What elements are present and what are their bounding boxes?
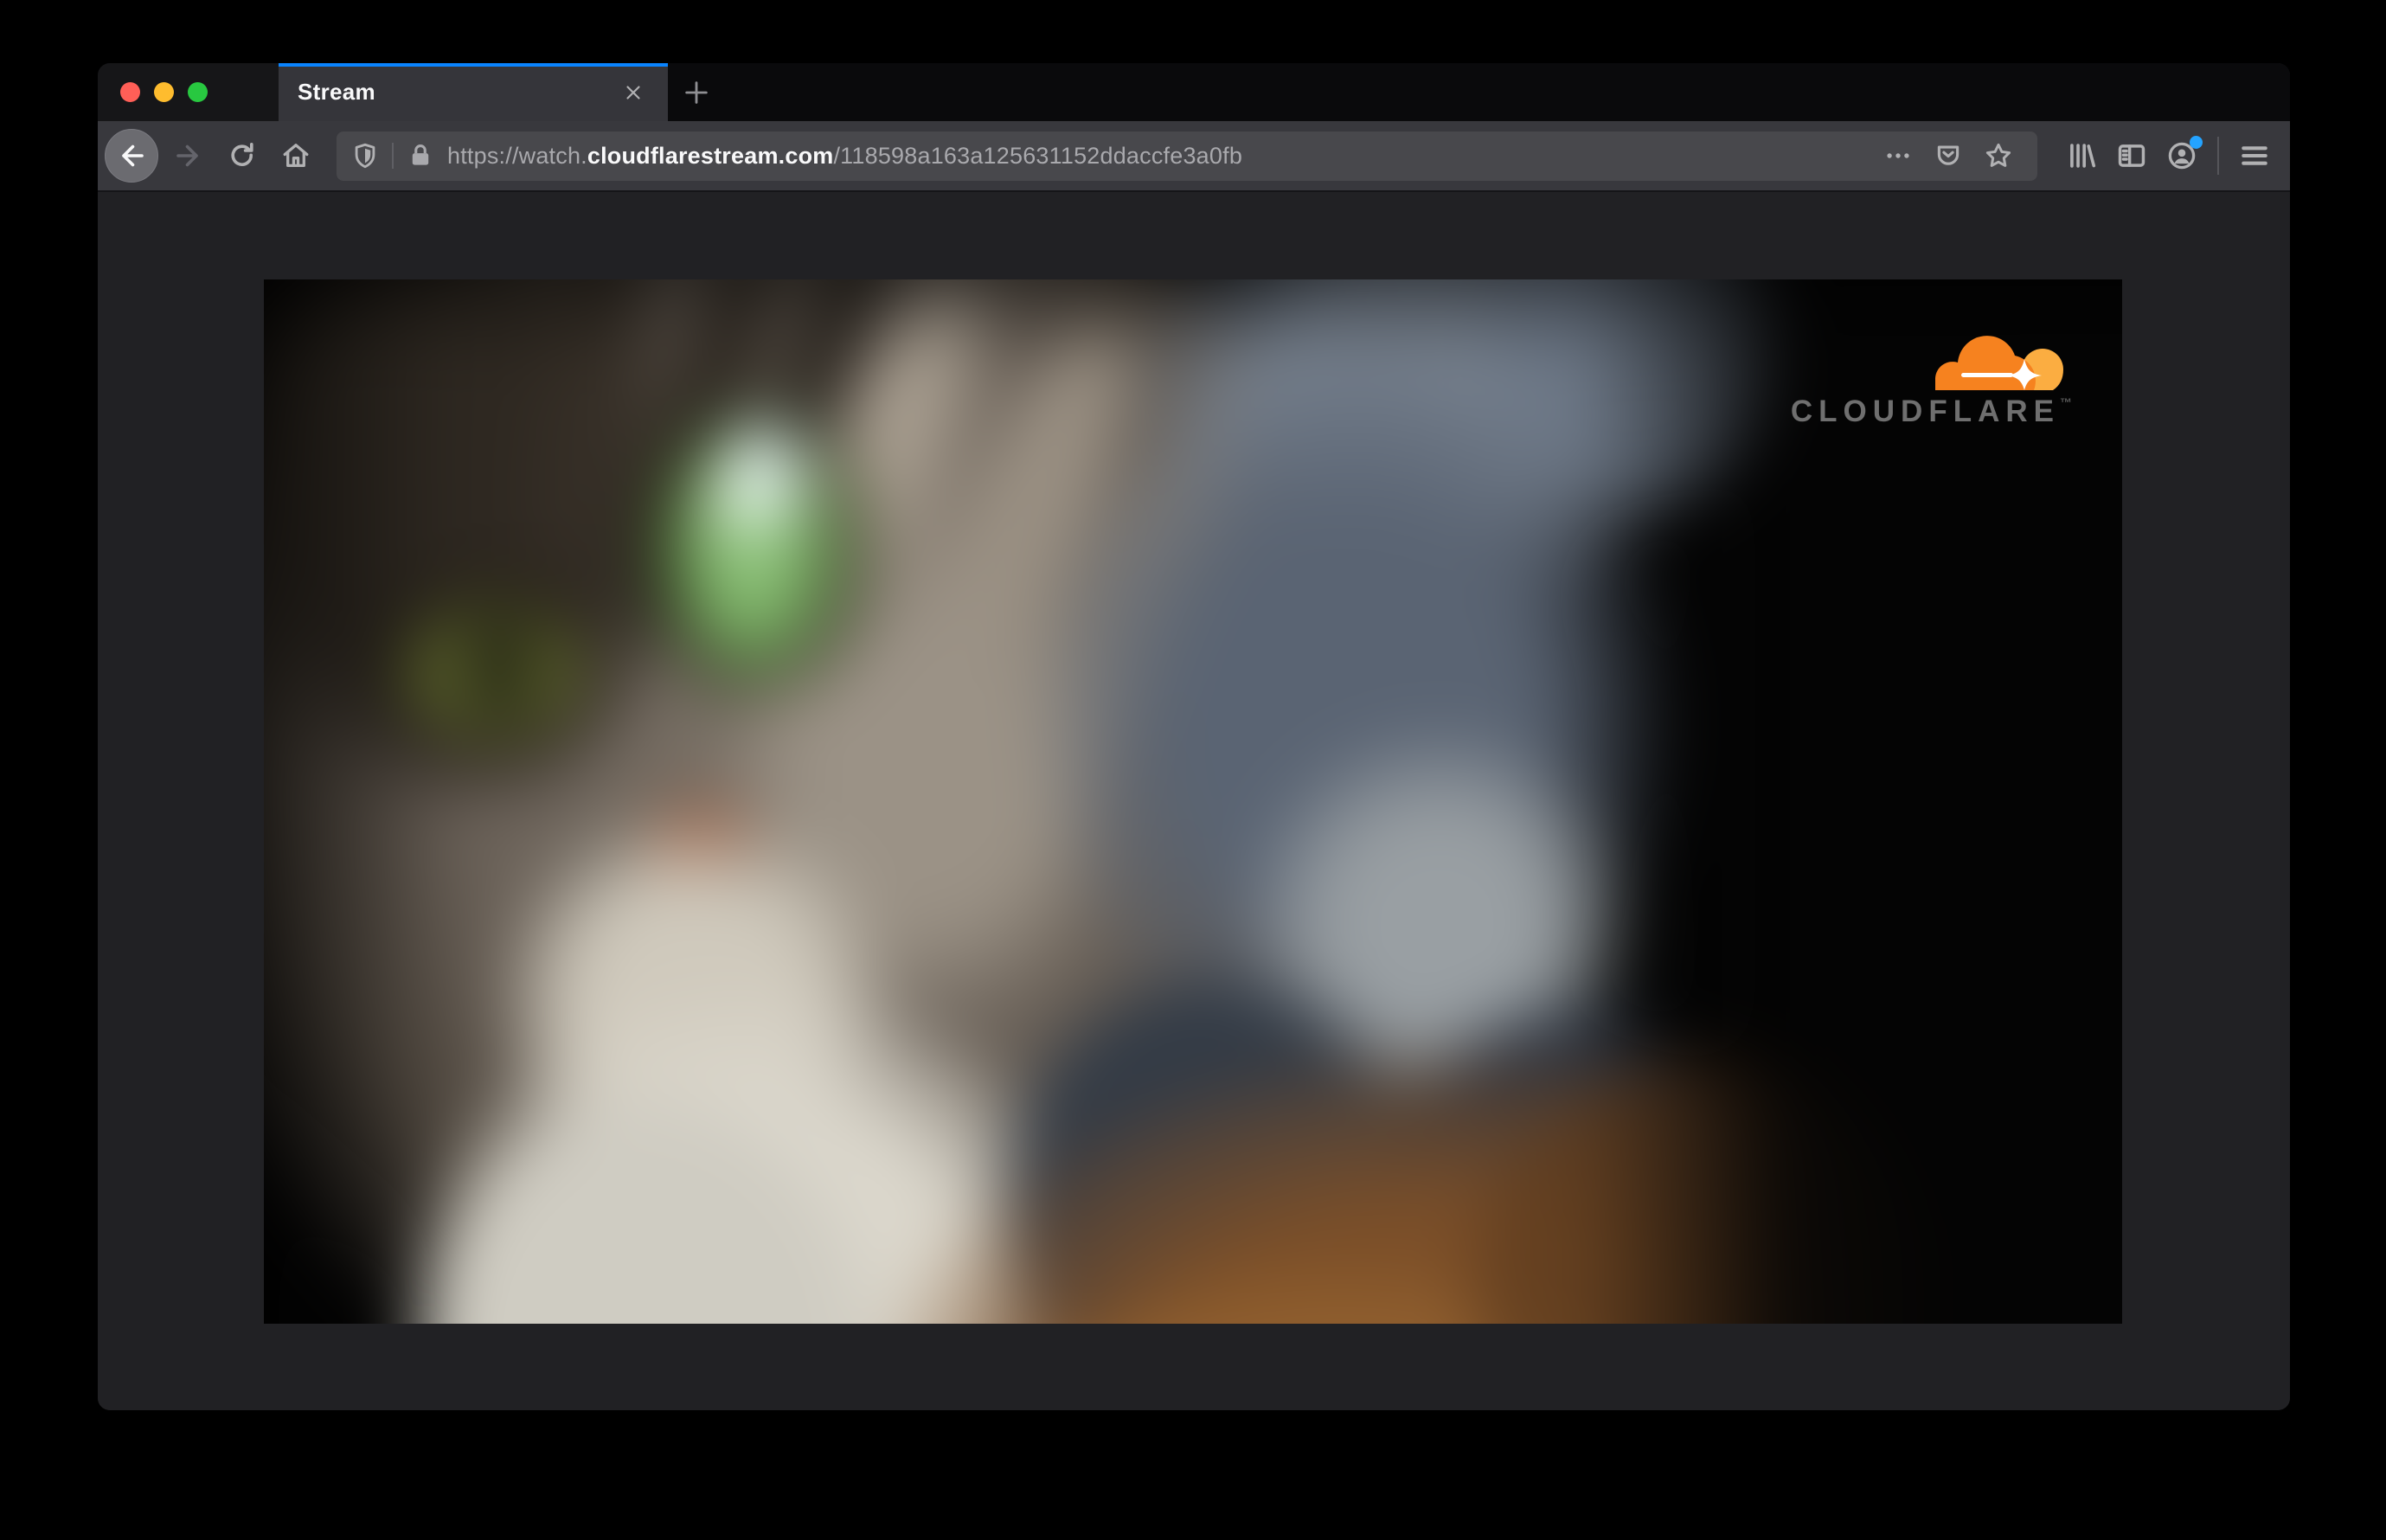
page-actions-button[interactable] — [1873, 131, 1923, 181]
account-button[interactable] — [2157, 131, 2207, 181]
minimize-window-button[interactable] — [154, 82, 174, 102]
arrow-left-icon — [122, 144, 144, 167]
blurred-cat-frame — [264, 279, 2122, 1324]
page-content: CLOUDFLARE™ — [98, 192, 2290, 1410]
arrow-right-icon — [176, 144, 198, 167]
tab-title: Stream — [298, 79, 375, 105]
home-button[interactable] — [269, 129, 323, 183]
sidebar-toggle-button[interactable] — [2107, 131, 2157, 181]
reload-icon — [231, 143, 253, 166]
url-bar[interactable]: https://watch.cloudflarestream.com/11859… — [337, 131, 2037, 181]
close-icon — [626, 85, 640, 99]
browser-window: Stream https://watch.cloudflarestream.co… — [98, 63, 2290, 1410]
close-tab-button[interactable] — [616, 75, 651, 110]
new-tab-button[interactable] — [668, 63, 725, 121]
url-prefix: https://watch. — [447, 142, 587, 169]
tab-bar: Stream — [98, 63, 2290, 121]
connection-secure-lock-icon[interactable] — [406, 141, 435, 170]
video-player[interactable]: CLOUDFLARE™ — [264, 279, 2122, 1324]
library-icon — [2070, 144, 2096, 168]
tab-stream[interactable]: Stream — [279, 63, 668, 121]
ellipsis-icon — [1887, 153, 1909, 158]
menu-button[interactable] — [2229, 131, 2280, 181]
star-icon — [1985, 143, 2011, 167]
active-tab-stripe — [279, 63, 668, 67]
hamburger-menu-icon — [2242, 146, 2267, 165]
account-notification-dot — [2190, 136, 2203, 149]
back-button[interactable] — [105, 129, 158, 183]
bookmark-button[interactable] — [1973, 131, 2024, 181]
tracking-protection-shield-icon[interactable] — [350, 141, 380, 170]
toolbar-separator — [2217, 137, 2219, 175]
plus-icon — [685, 80, 708, 104]
home-icon — [283, 144, 309, 168]
cloudflare-cloud-icon — [1935, 336, 2063, 390]
sidebar-icon — [2118, 144, 2145, 167]
cloudflare-trademark: ™ — [2060, 395, 2072, 409]
cloudflare-brand-text: CLOUDFLARE — [1790, 395, 2060, 428]
reload-button[interactable] — [215, 129, 269, 183]
navigation-toolbar: https://watch.cloudflarestream.com/11859… — [98, 121, 2290, 192]
cloudflare-wordmark: CLOUDFLARE™ — [1791, 396, 2072, 427]
urlbar-divider — [392, 143, 394, 169]
library-button[interactable] — [2056, 131, 2107, 181]
zoom-window-button[interactable] — [188, 82, 208, 102]
cloudflare-logo: CLOUDFLARE™ — [1791, 324, 2072, 427]
close-window-button[interactable] — [120, 82, 140, 102]
pocket-icon — [1937, 145, 1959, 165]
url-text: https://watch.cloudflarestream.com/11859… — [447, 143, 1873, 170]
url-path: /118598a163a125631152ddaccfe3a0fb — [833, 142, 1243, 169]
save-to-pocket-button[interactable] — [1923, 131, 1973, 181]
forward-button[interactable] — [162, 129, 215, 183]
url-domain: cloudflarestream.com — [587, 142, 834, 169]
window-controls — [98, 63, 279, 121]
